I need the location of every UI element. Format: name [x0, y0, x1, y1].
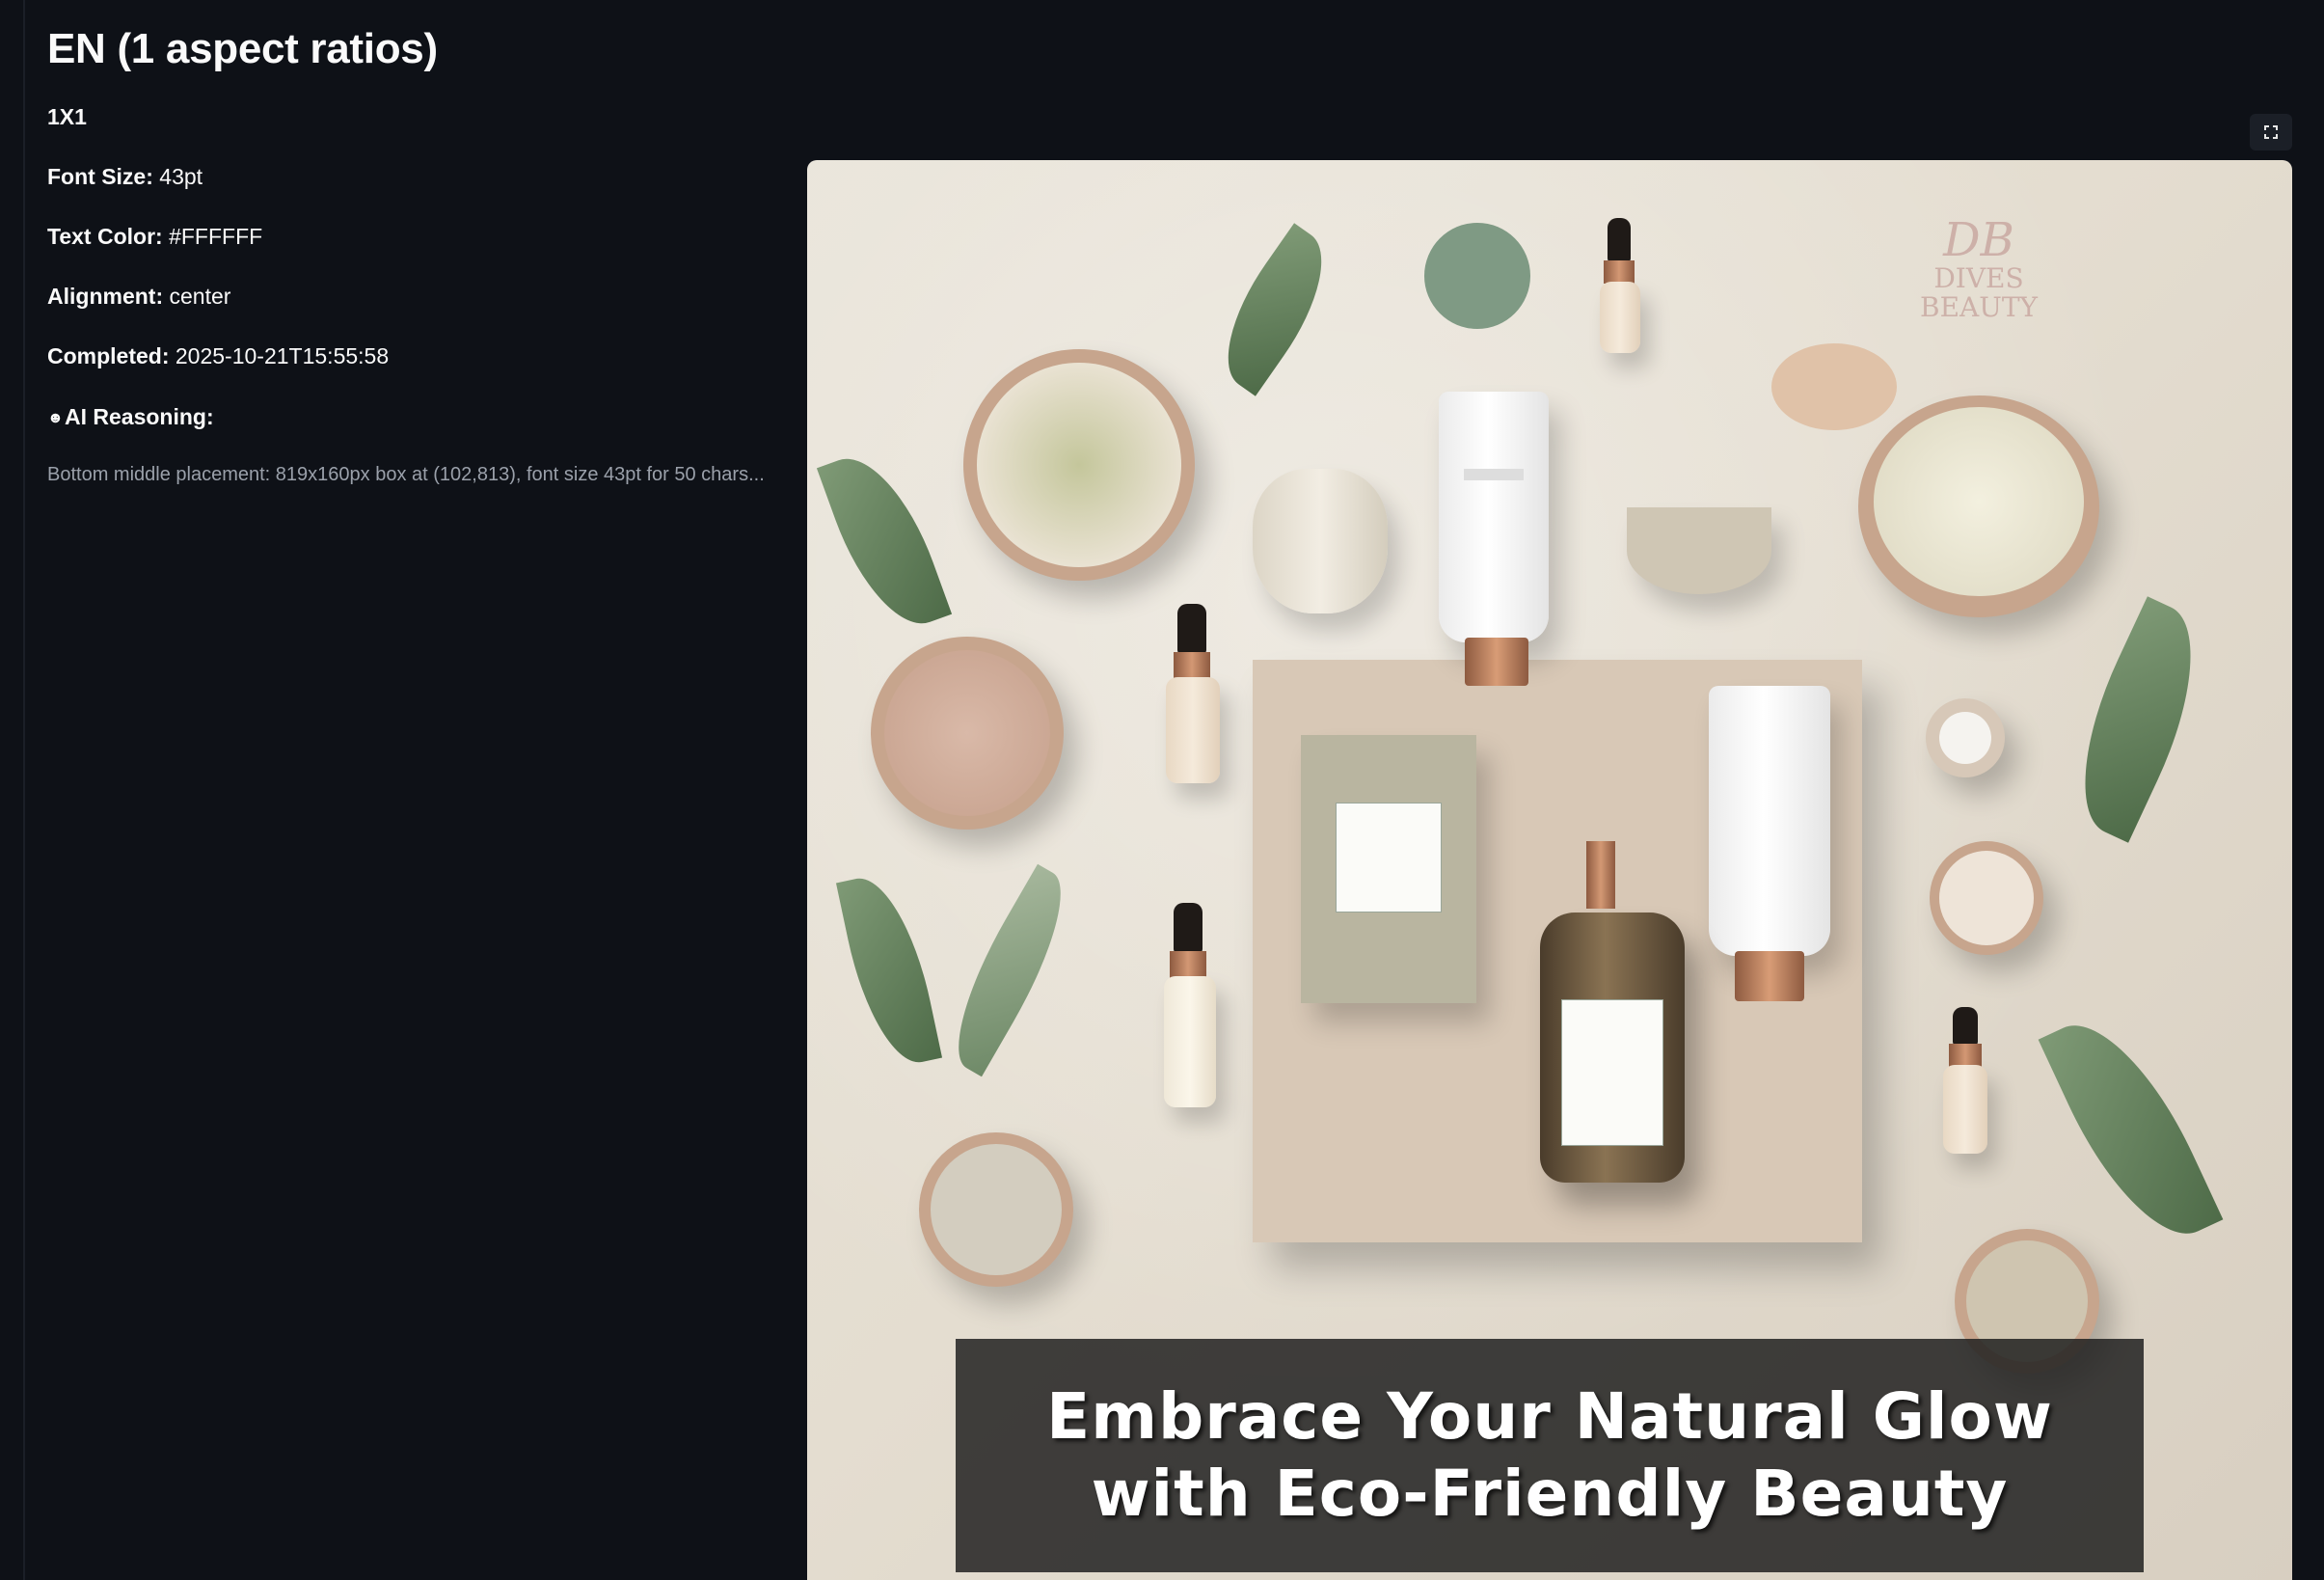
alignment-field: Alignment: center: [47, 284, 230, 310]
lid-jar: [919, 1132, 1073, 1287]
pump-bottle: [1540, 913, 1685, 1183]
tube-cap: [1735, 951, 1804, 1001]
font-size-field: Font Size: 43pt: [47, 164, 203, 190]
dropper-bottle: [1164, 976, 1216, 1107]
fullscreen-icon: [2264, 125, 2278, 139]
alignment-label: Alignment:: [47, 284, 164, 309]
brand-watermark: DB DIVES BEAUTY: [1906, 216, 2051, 322]
dropper-bottle: [1600, 282, 1640, 353]
completed-label: Completed:: [47, 343, 170, 368]
powder-jar: [871, 637, 1064, 830]
text-color-value: #FFFFFF: [169, 224, 263, 249]
tube-cap: [1465, 638, 1528, 686]
caption-line-2: with Eco-Friendly Beauty: [1091, 1457, 2009, 1531]
cream-tube: [1439, 392, 1549, 642]
dropper-bottle: [1166, 677, 1220, 783]
small-jar: [1930, 841, 2043, 955]
alignment-value: center: [169, 284, 231, 309]
cream-tube: [1709, 686, 1830, 956]
caption-line-1: Embrace Your Natural Glow: [1046, 1379, 2053, 1454]
completed-field: Completed: 2025-10-21T15:55:58: [47, 343, 389, 369]
watermark-line1: DIVES: [1933, 262, 2024, 294]
page-title: EN (1 aspect ratios): [47, 25, 438, 72]
aspect-ratio-label: 1X1: [47, 104, 87, 129]
ai-reasoning-text: Bottom middle placement: 819x160px box a…: [47, 464, 765, 485]
watermark-line2: BEAUTY: [1920, 291, 2038, 323]
caption-overlay: Embrace Your Natural Glow with Eco-Frien…: [956, 1339, 2144, 1572]
dropper-cap: [1174, 903, 1203, 953]
dropper-collar: [1174, 652, 1210, 679]
text-color-label: Text Color:: [47, 224, 163, 249]
ai-reasoning-heading: ☻AI Reasoning:: [47, 404, 214, 430]
font-size-value: 43pt: [159, 164, 203, 189]
dropper-bottle: [1943, 1065, 1987, 1154]
sidebar-divider: [23, 0, 25, 1580]
dropper-cap: [1953, 1007, 1978, 1046]
generated-image[interactable]: DB DIVES BEAUTY Embrace Your Natural Glo…: [807, 160, 2292, 1580]
ribbed-vase: [1253, 469, 1388, 613]
dropper-collar: [1170, 951, 1206, 978]
dropper-collar: [1604, 260, 1635, 284]
cream-jar: [1858, 395, 2099, 617]
small-jar: [1926, 698, 2005, 777]
coral-decoration: [1771, 343, 1897, 430]
font-size-label: Font Size:: [47, 164, 153, 189]
brain-icon: ☻: [47, 410, 64, 426]
ai-reasoning-label: AI Reasoning:: [65, 404, 214, 429]
pump-head: [1586, 841, 1615, 909]
product-box: [1301, 735, 1476, 1003]
leaf-decoration: [1424, 223, 1530, 329]
herb-dish: [963, 349, 1195, 581]
dropper-collar: [1949, 1044, 1982, 1067]
watermark-monogram: DB: [1943, 213, 2014, 267]
dropper-cap: [1177, 604, 1206, 654]
completed-value: 2025-10-21T15:55:58: [175, 343, 390, 368]
caption-text: Embrace Your Natural Glow with Eco-Frien…: [1046, 1378, 2053, 1533]
fullscreen-button[interactable]: [2250, 114, 2292, 150]
stone-planter: [1627, 507, 1771, 594]
text-color-field: Text Color: #FFFFFF: [47, 224, 262, 250]
dropper-cap: [1608, 218, 1631, 262]
